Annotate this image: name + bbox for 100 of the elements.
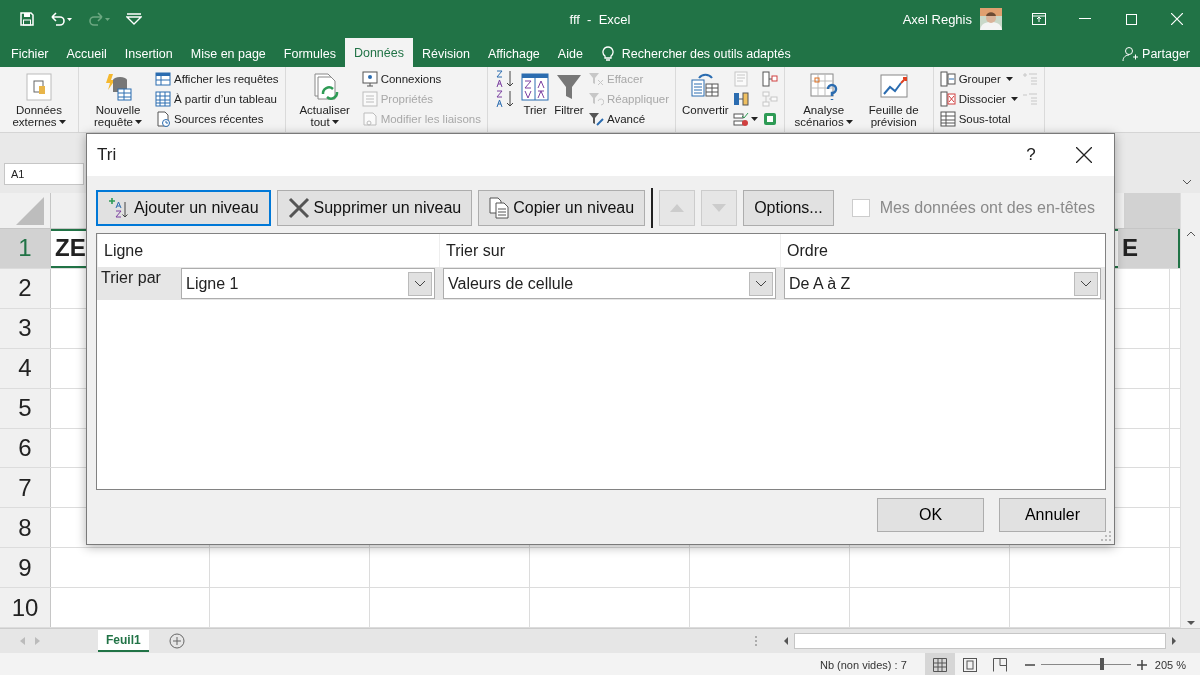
- zoom-in-icon[interactable]: [1136, 659, 1147, 670]
- ribbon-tab[interactable]: Insertion: [115, 41, 182, 67]
- ribbon-button[interactable]: Avancé: [588, 109, 669, 129]
- row-header[interactable]: 4: [0, 348, 51, 388]
- ribbon-button[interactable]: Sources récentes: [155, 109, 279, 129]
- page-layout-icon[interactable]: [962, 657, 977, 672]
- caret-icon: [845, 119, 853, 124]
- row-header[interactable]: 5: [0, 388, 51, 428]
- ribbon-tab[interactable]: Mise en page: [181, 41, 275, 67]
- caret-icon: [135, 119, 142, 124]
- ribbon-tab[interactable]: Données: [344, 38, 413, 67]
- copy-level-button[interactable]: Copier un niveau: [478, 190, 646, 226]
- ribbon-button[interactable]: Données externes: [6, 69, 72, 128]
- grid-icon: [155, 91, 171, 107]
- undo-icon[interactable]: [50, 12, 72, 26]
- ribbon-display-icon[interactable]: [1032, 13, 1046, 25]
- row-header[interactable]: 3: [0, 308, 51, 348]
- dialog-button[interactable]: Annuler: [999, 498, 1106, 532]
- clock-document-icon: [155, 111, 171, 127]
- options-button[interactable]: Options...: [743, 190, 834, 226]
- copy-icon: [489, 197, 510, 219]
- ribbon-button[interactable]: Feuille de prévision: [860, 69, 927, 128]
- ungroup-icon: [939, 91, 956, 107]
- minimize-icon[interactable]: [1079, 18, 1091, 20]
- icon-button[interactable]: [494, 89, 516, 109]
- sort-grid-icon: [520, 72, 550, 102]
- ribbon-button[interactable]: Grouper: [939, 69, 1018, 89]
- consolidate-icon: [761, 71, 778, 87]
- list-icon: [361, 91, 378, 107]
- ribbon-button[interactable]: Connexions: [361, 69, 481, 89]
- ribbon-button[interactable]: Sous-total: [939, 109, 1018, 129]
- grid-view-icon[interactable]: [932, 657, 947, 672]
- zoom-level[interactable]: 205 %: [1154, 658, 1186, 671]
- flash-fill-icon: [732, 71, 749, 87]
- delete-level-button[interactable]: Supprimer un niveau: [276, 190, 473, 226]
- ribbon-button[interactable]: Afficher les requêtes: [155, 69, 279, 89]
- row-header[interactable]: 8: [0, 508, 51, 548]
- dropdown[interactable]: Ligne 1: [181, 268, 435, 299]
- name-box[interactable]: A1: [4, 163, 84, 185]
- dialog-button[interactable]: OK: [877, 498, 984, 532]
- ribbon-tab[interactable]: Accueil: [57, 41, 116, 67]
- ribbon-tab[interactable]: Fichier: [2, 41, 58, 67]
- chevron-down-icon[interactable]: [1182, 179, 1192, 185]
- share-button[interactable]: Partager: [1122, 41, 1200, 67]
- table-icon: [155, 71, 171, 87]
- scroll-down-icon[interactable]: [1185, 620, 1196, 626]
- user-name[interactable]: Axel Reghis: [902, 11, 972, 27]
- ribbon-button[interactable]: Analyse scénarios: [790, 69, 857, 128]
- add-sort-icon: [108, 197, 130, 219]
- page-break-icon[interactable]: [992, 657, 1007, 672]
- funnel-icon: [554, 72, 584, 102]
- clear-filter-icon: [588, 71, 604, 87]
- row-header[interactable]: 6: [0, 428, 51, 468]
- dropdown[interactable]: Valeurs de cellule: [443, 268, 776, 299]
- icon-button[interactable]: [761, 69, 778, 89]
- row-header[interactable]: 2: [0, 268, 51, 308]
- resize-grip-icon[interactable]: [1100, 530, 1112, 542]
- row-header[interactable]: 10: [0, 588, 51, 628]
- icon-button[interactable]: [494, 69, 516, 89]
- dialog-title: Tri: [97, 145, 118, 165]
- level-label: Trier par: [101, 268, 162, 287]
- lightbulb-icon: [601, 46, 614, 62]
- ribbon-button[interactable]: Filtrer: [554, 69, 584, 116]
- row-header[interactable]: 7: [0, 468, 51, 508]
- help-button[interactable]: ?: [1008, 145, 1054, 165]
- chevron-down-icon: [1080, 280, 1092, 287]
- sort-descending-icon: [494, 89, 516, 109]
- ribbon-tab[interactable]: Formules: [274, 41, 345, 67]
- ribbon-button[interactable]: Trier: [520, 69, 550, 116]
- ribbon-button[interactable]: Dissocier: [939, 89, 1018, 109]
- sheet-tab[interactable]: Feuil1: [98, 630, 149, 652]
- sort-level-row[interactable]: Trier par Ligne 1 Valeurs de cellule De A à Z: [97, 267, 1105, 300]
- caret-icon: [331, 119, 339, 124]
- ribbon-button[interactable]: Convertir: [682, 69, 729, 116]
- search-field[interactable]: Rechercher des outils adaptés: [621, 47, 791, 61]
- close-icon[interactable]: [1076, 147, 1092, 163]
- add-level-button[interactable]: Ajouter un niveau: [96, 190, 271, 226]
- ribbon-tab[interactable]: Affichage: [478, 41, 549, 67]
- row-header[interactable]: 1: [0, 229, 51, 268]
- ribbon-tab[interactable]: Révision: [412, 41, 479, 67]
- ribbon-button[interactable]: Nouvelle requête: [85, 69, 151, 128]
- dropdown[interactable]: De A à Z: [784, 268, 1101, 299]
- caret-icon: [58, 119, 66, 124]
- group-icon: [939, 71, 956, 87]
- caret-icon: [1010, 97, 1018, 101]
- customize-icon[interactable]: [126, 13, 142, 25]
- scroll-thumb[interactable]: [794, 633, 1166, 649]
- ribbon-tab[interactable]: Aide: [548, 41, 592, 67]
- ribbon-button[interactable]: Actualiser tout: [291, 69, 358, 128]
- sort-ascending-icon: [494, 69, 516, 89]
- triangle-up-icon: [670, 204, 685, 212]
- scroll-up-icon[interactable]: [1185, 231, 1196, 237]
- row-header[interactable]: 9: [0, 548, 51, 588]
- status-summary: Nb (non vides) : 7: [819, 658, 907, 671]
- x-icon: [287, 197, 310, 219]
- add-sheet-icon[interactable]: [168, 633, 185, 649]
- save-icon[interactable]: [20, 12, 34, 26]
- zoom-slider-thumb[interactable]: [1100, 658, 1104, 670]
- ribbon-button[interactable]: À partir d’un tableau: [155, 89, 279, 109]
- maximize-icon[interactable]: [1125, 13, 1137, 25]
